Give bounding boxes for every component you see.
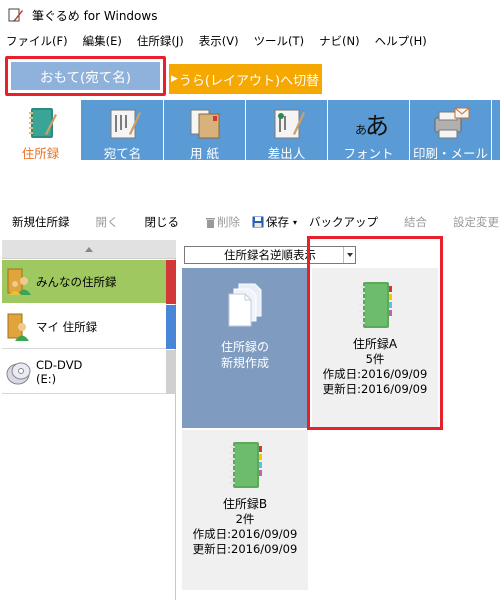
documents-icon [225,282,265,331]
trash-icon [206,218,215,228]
print-mail-icon [431,104,471,142]
drive-letter: (E:) [36,371,57,386]
location-panel: みんなの住所録 マイ 住所録 CD-DVD (E:) [2,240,176,600]
menu-help[interactable]: ヘルプ(H) [375,33,427,49]
menu-view[interactable]: 表示(V) [199,33,239,49]
drive-name: CD-DVD [36,357,83,372]
menu-edit[interactable]: 編集(E) [83,33,122,49]
open-button[interactable]: 開く [96,214,119,230]
save-button-label: 保存 [266,215,289,229]
location-label: みんなの住所録 [36,274,117,289]
location-my-address-book[interactable]: マイ 住所録 [2,305,176,349]
color-stripe [166,350,176,394]
single-user-icon [6,312,32,342]
sender-icon [267,104,307,142]
address-card-icon [103,104,143,142]
app-icon [8,7,24,23]
mode-tabs: おもて(宛て名) ▶ うら(レイアウト)へ切替 [0,52,500,100]
front-tab-label: おもて(宛て名) [40,70,131,86]
save-button[interactable]: 保存 ▾ [252,214,297,230]
delete-button-label: 削除 [217,215,240,229]
new-card-line1: 住所録の [220,340,269,354]
menu-file[interactable]: ファイル(F) [6,33,68,49]
svg-text:あ: あ [365,112,389,140]
shared-users-icon [6,267,32,297]
address-book-icon [21,104,61,142]
caret-up-icon [85,246,93,252]
close-button[interactable]: 閉じる [145,214,180,230]
backup-button[interactable]: バックアップ [309,214,378,230]
ribbon: 住所録 宛て名 用 紙 差出人 あ あ フォント 印刷・メール [0,100,500,161]
ribbon-address-card-label: 宛て名 [103,146,142,161]
ribbon-print-mail-label: 印刷・メール [412,146,488,161]
new-address-book-card[interactable]: 住所録の 新規作成 [182,268,308,428]
sort-order-value: 住所録名逆順表示 [224,248,316,262]
menu-navi[interactable]: ナビ(N) [319,33,360,49]
address-book-card-b[interactable]: 住所録B 2件 作成日:2016/09/09 更新日:2016/09/09 [182,430,308,590]
front-tab[interactable]: おもて(宛て名) [11,62,160,90]
ribbon-address-book-label: 住所録 [21,146,60,161]
scroll-up-button[interactable] [2,240,176,259]
green-notebook-icon [225,440,265,493]
window-title: 筆ぐるめ for Windows [32,8,158,23]
front-tab-highlight: おもて(宛て名) [5,56,166,96]
title-bar: 筆ぐるめ for Windows [0,0,500,30]
ribbon-paper[interactable]: 用 紙 [164,100,246,161]
address-book-count: 2件 [235,512,255,526]
ribbon-address-book[interactable]: 住所録 [0,100,82,161]
highlight-frame [307,236,443,430]
address-book-updated: 更新日:2016/09/09 [192,542,298,556]
settings-change-button[interactable]: 設定変更 [453,214,499,230]
location-cd-dvd-drive[interactable]: CD-DVD (E:) [2,350,176,394]
ribbon-sender[interactable]: 差出人 [246,100,328,161]
paper-icon [185,104,225,142]
switch-to-back-button[interactable]: ▶ うら(レイアウト)へ切替 [169,64,322,94]
location-shared-address-book[interactable]: みんなの住所録 [2,260,176,304]
location-label: マイ 住所録 [36,319,98,334]
address-book-name: 住所録B [222,497,268,511]
font-icon: あ あ [349,104,389,142]
cd-dvd-icon [6,357,32,387]
ribbon-print-mail[interactable]: 印刷・メール [410,100,492,161]
new-card-label: 住所録の 新規作成 [221,339,269,371]
ribbon-address-card[interactable]: 宛て名 [82,100,164,161]
menu-tools[interactable]: ツール(T) [254,33,305,49]
new-card-line2: 新規作成 [220,356,269,370]
delete-button[interactable]: 削除 [205,214,240,230]
ribbon-paper-label: 用 紙 [190,146,219,161]
location-label: CD-DVD (E:) [36,358,82,386]
ribbon-font-label: フォント [343,146,394,161]
back-tab-label: うら(レイアウト)へ切替 [178,73,320,89]
new-address-book-button[interactable]: 新規住所録 [12,214,70,230]
merge-button[interactable]: 結合 [404,214,427,230]
color-stripe [166,305,176,349]
ribbon-sender-label: 差出人 [267,146,306,161]
toolbar: 新規住所録 開く 閉じる 削除 保存 ▾ バックアップ 結合 設定変更 [0,206,500,238]
ribbon-font[interactable]: あ あ フォント [328,100,410,161]
menu-bar: ファイル(F) 編集(E) 住所録(J) 表示(V) ツール(T) ナビ(N) … [0,30,500,52]
save-dropdown-icon[interactable]: ▾ [293,218,297,227]
menu-address-book[interactable]: 住所録(J) [137,33,184,49]
address-book-created: 作成日:2016/09/09 [192,527,298,541]
color-stripe [166,260,176,304]
floppy-disk-icon [252,216,264,228]
play-arrow-icon: ▶ [171,74,178,84]
